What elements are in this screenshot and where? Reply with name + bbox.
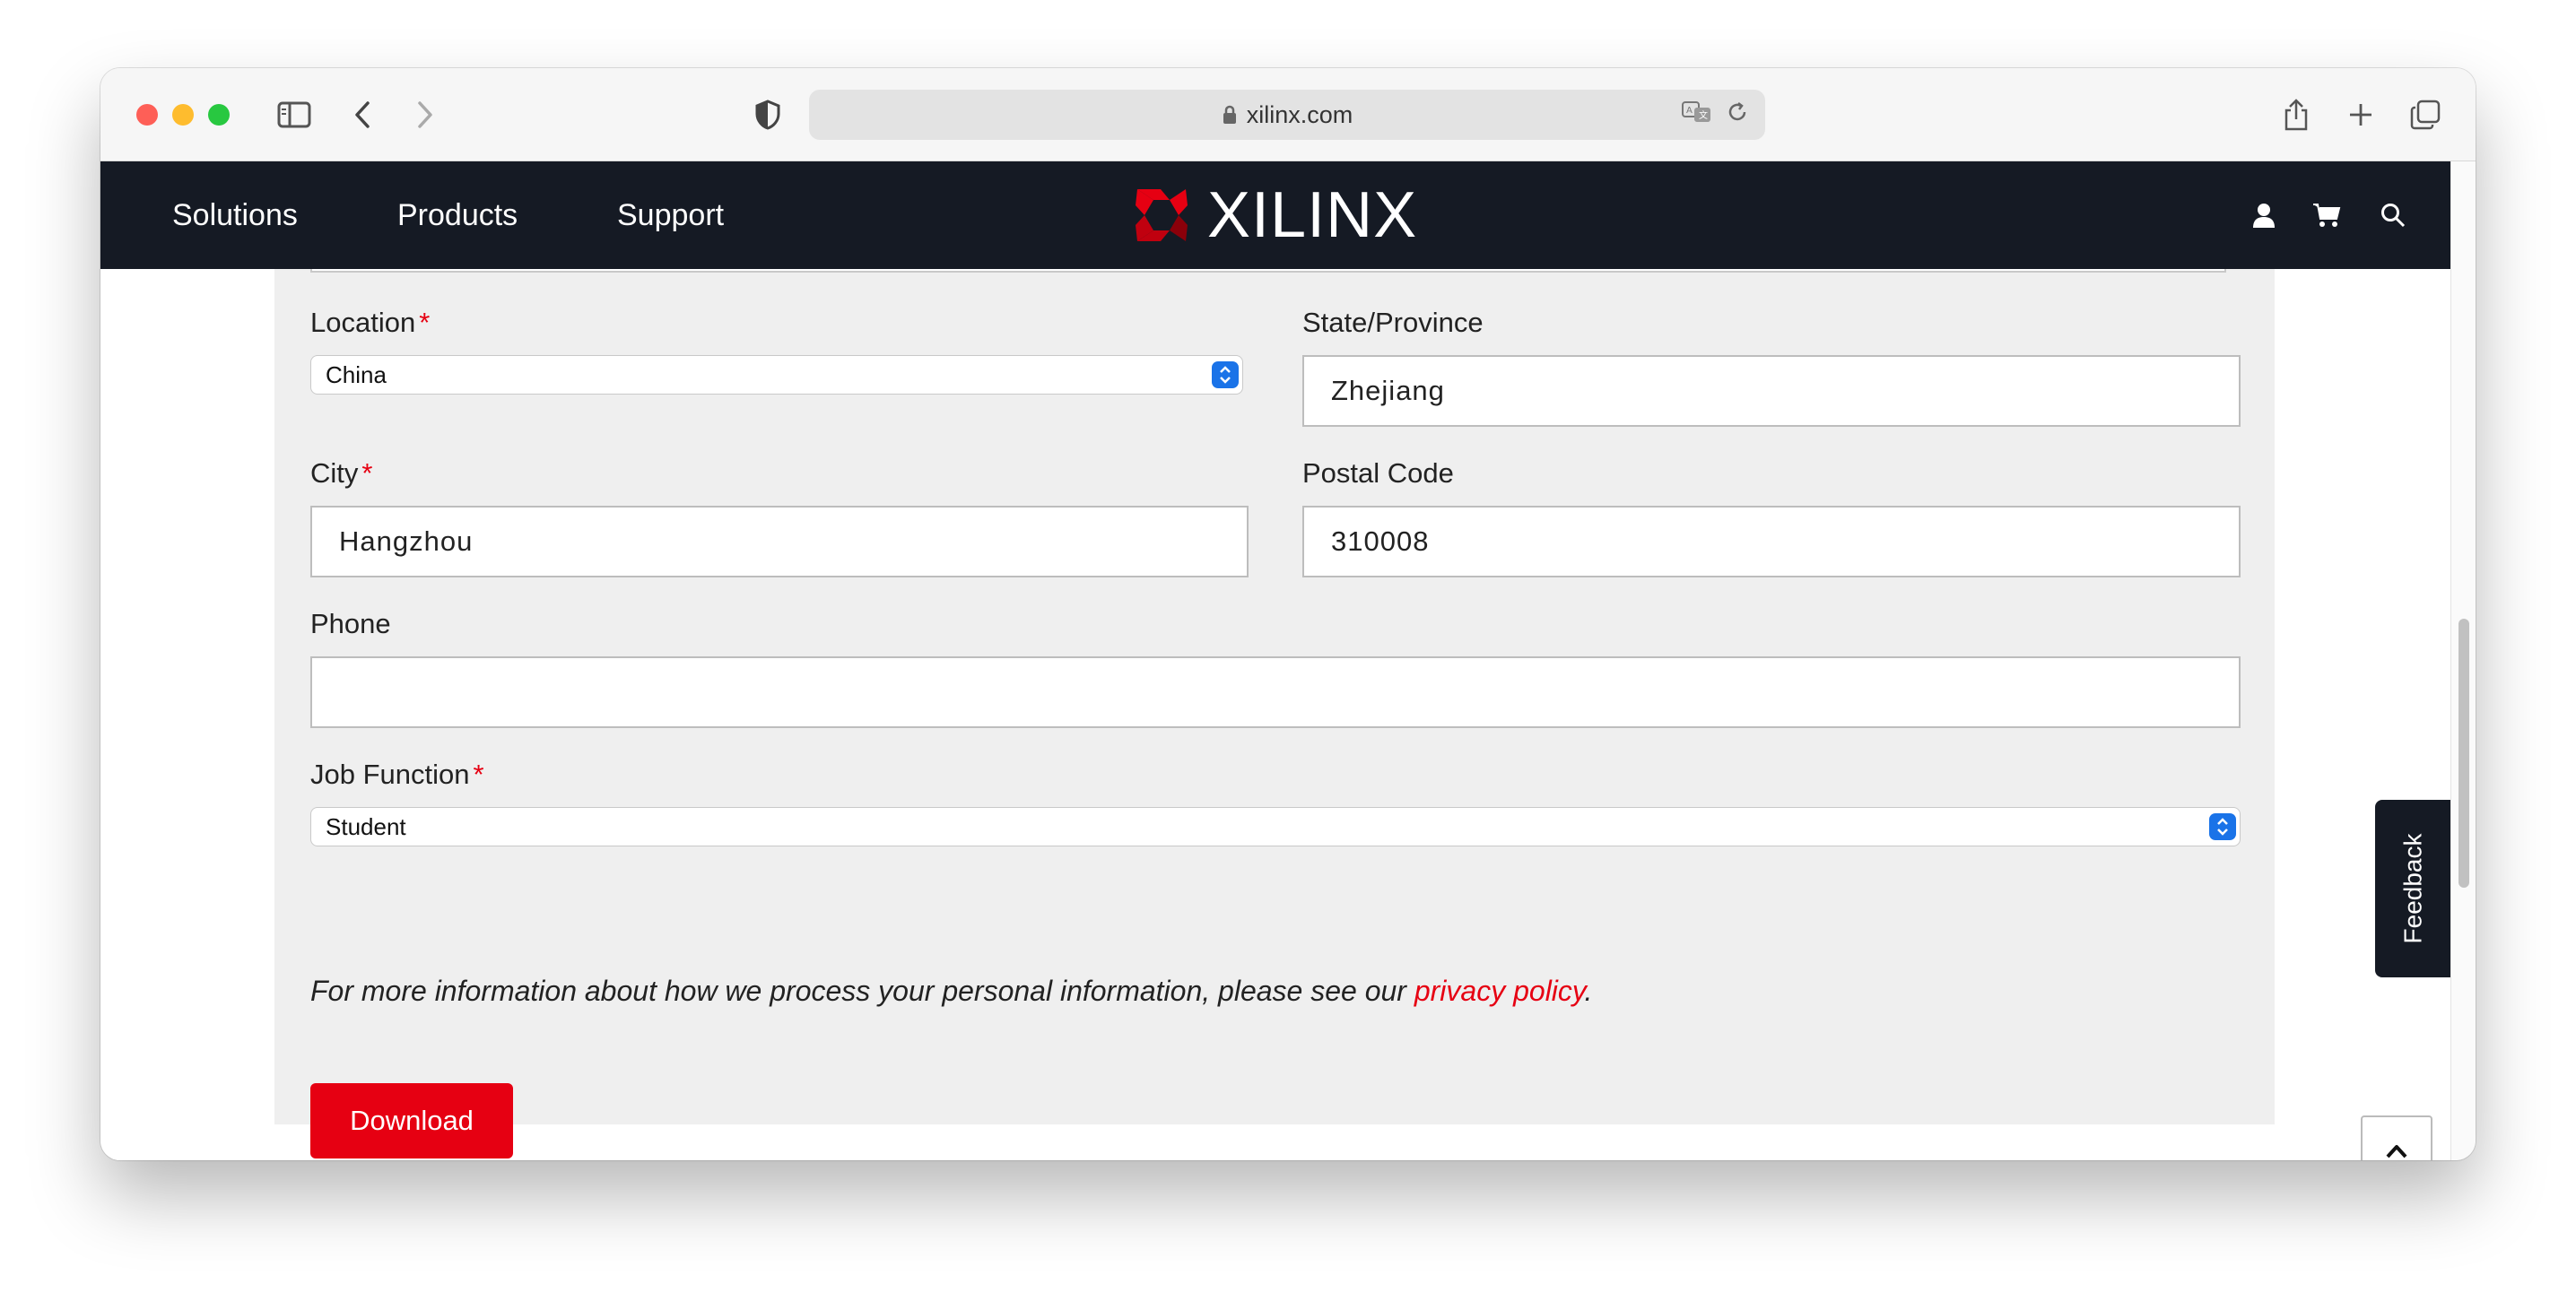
cart-icon[interactable] bbox=[2312, 201, 2341, 230]
new-tab-icon[interactable] bbox=[2343, 97, 2379, 133]
shield-icon[interactable] bbox=[750, 97, 786, 133]
location-select-value: China bbox=[326, 361, 387, 388]
chevron-up-icon bbox=[2386, 1145, 2407, 1158]
job-function-label: Job Function * bbox=[310, 759, 484, 790]
form-panel: Location * China State/Province Zhejiang … bbox=[274, 269, 2275, 1124]
reload-icon[interactable] bbox=[1726, 100, 1749, 130]
page-scrollbar[interactable] bbox=[2450, 161, 2476, 1160]
address-bar[interactable]: xilinx.com A文 bbox=[809, 90, 1765, 140]
zoom-window-button[interactable] bbox=[208, 104, 230, 126]
city-label: City * bbox=[310, 457, 373, 489]
state-input[interactable]: Zhejiang bbox=[1302, 355, 2241, 427]
select-arrow-icon bbox=[2209, 813, 2236, 840]
forward-icon[interactable] bbox=[407, 97, 443, 133]
select-arrow-icon bbox=[1212, 361, 1239, 388]
back-icon[interactable] bbox=[344, 97, 380, 133]
feedback-tab[interactable]: Feedback bbox=[2375, 800, 2450, 977]
logo-text: XILINX bbox=[1207, 179, 1418, 251]
user-icon[interactable] bbox=[2250, 201, 2278, 230]
translate-icon[interactable]: A文 bbox=[1681, 100, 1713, 131]
nav-support[interactable]: Support bbox=[617, 161, 724, 269]
feedback-label: Feedback bbox=[2398, 833, 2426, 944]
state-label: State/Province bbox=[1302, 307, 1484, 338]
site-header: Solutions Products Support XILINX bbox=[100, 161, 2450, 269]
share-icon[interactable] bbox=[2278, 97, 2314, 133]
required-marker: * bbox=[361, 457, 373, 489]
phone-input[interactable] bbox=[310, 656, 2241, 728]
xilinx-logo[interactable]: XILINX bbox=[1134, 179, 1418, 251]
city-input[interactable]: Hangzhou bbox=[310, 506, 1249, 577]
nav-products[interactable]: Products bbox=[397, 161, 518, 269]
search-icon[interactable] bbox=[2379, 201, 2407, 230]
phone-label: Phone bbox=[310, 608, 391, 639]
browser-window: xilinx.com A文 Solutions Products Support bbox=[100, 68, 2476, 1160]
privacy-info-text: For more information about how we proces… bbox=[310, 975, 1593, 1007]
svg-text:A: A bbox=[1686, 106, 1693, 116]
page-content: Location * China State/Province Zhejiang … bbox=[100, 269, 2450, 1160]
minimize-window-button[interactable] bbox=[172, 104, 194, 126]
tab-overview-icon[interactable] bbox=[2407, 97, 2443, 133]
close-window-button[interactable] bbox=[136, 104, 158, 126]
nav-solutions[interactable]: Solutions bbox=[172, 161, 298, 269]
job-function-select[interactable]: Student bbox=[310, 807, 2241, 846]
sidebar-icon[interactable] bbox=[274, 97, 314, 133]
required-marker: * bbox=[419, 307, 431, 338]
location-select[interactable]: China bbox=[310, 355, 1243, 395]
postal-code-label: Postal Code bbox=[1302, 457, 1454, 489]
download-button[interactable]: Download bbox=[310, 1083, 513, 1158]
xilinx-logo-mark bbox=[1136, 189, 1188, 241]
required-marker: * bbox=[473, 759, 484, 790]
lock-icon bbox=[1222, 105, 1238, 125]
url-text: xilinx.com bbox=[1246, 100, 1353, 128]
postal-code-input[interactable]: 310008 bbox=[1302, 506, 2241, 577]
scrollbar-thumb[interactable] bbox=[2459, 619, 2469, 888]
back-to-top-button[interactable] bbox=[2361, 1115, 2432, 1160]
location-label: Location * bbox=[310, 307, 431, 338]
job-function-select-value: Student bbox=[326, 813, 406, 840]
previous-input-edge bbox=[310, 269, 2226, 273]
svg-text:文: 文 bbox=[1699, 109, 1708, 121]
browser-toolbar: xilinx.com A文 bbox=[100, 68, 2476, 161]
privacy-policy-link[interactable]: privacy policy bbox=[1414, 975, 1585, 1007]
